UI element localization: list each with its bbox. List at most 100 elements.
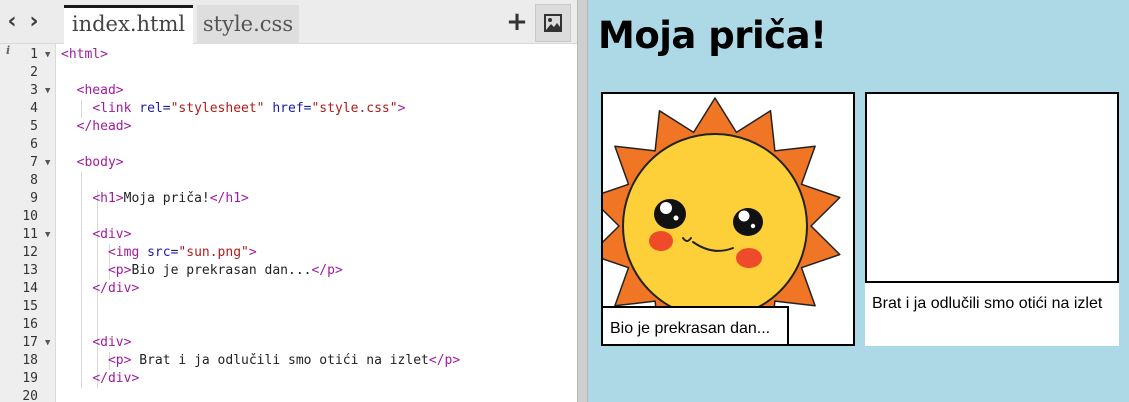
code-line[interactable] — [57, 316, 577, 334]
code-token: </p> — [311, 263, 343, 278]
image-icon — [544, 14, 562, 32]
code-line[interactable] — [57, 388, 577, 402]
code-line[interactable] — [57, 208, 577, 226]
line-number: 13 — [22, 263, 38, 278]
code-token: "sun.png" — [178, 245, 249, 260]
code-token: <img — [107, 245, 148, 260]
preview-pane: Moja priča! Bio je prekrasan dan... Brat… — [588, 0, 1129, 402]
story-title: Moja priča! — [598, 14, 827, 57]
code-line[interactable]: <div> — [57, 334, 577, 352]
code-token: href= — [272, 101, 312, 116]
code-line[interactable] — [57, 136, 577, 154]
gutter-row: 2 — [0, 64, 56, 82]
line-number: 7 — [30, 155, 38, 170]
code-token: </div> — [92, 371, 140, 386]
code-line[interactable]: <html> — [57, 46, 577, 64]
code-line[interactable] — [57, 172, 577, 190]
fold-arrow-icon[interactable]: ▼ — [45, 226, 50, 244]
line-number: 18 — [22, 353, 38, 368]
chevron-left-icon[interactable]: ‹ — [4, 9, 20, 35]
gutter-row: 4 — [0, 100, 56, 118]
line-number: 9 — [30, 191, 38, 206]
line-number: 8 — [30, 173, 38, 188]
code-line[interactable] — [57, 64, 577, 82]
gutter-row: 6 — [0, 136, 56, 154]
code-token: </h1> — [209, 191, 249, 206]
code-token: > — [248, 245, 257, 260]
code-token: <link — [92, 101, 140, 116]
code-line[interactable]: </div> — [57, 280, 577, 298]
pane-splitter[interactable] — [577, 0, 588, 402]
gutter-row: 13 — [0, 262, 56, 280]
code-token: </div> — [92, 281, 140, 296]
code-token: <p> — [107, 263, 132, 278]
code-line[interactable]: </head> — [57, 118, 577, 136]
gutter-row: 14 — [0, 280, 56, 298]
code-token: <p> — [107, 353, 132, 368]
code-line[interactable]: <link rel="stylesheet" href="style.css"> — [57, 100, 577, 118]
line-number-gutter: i 1 ▼ 2 3 ▼ 4 5 6 7 ▼ 8 9 10 11 ▼ 12 13 14 15 16 17 ▼ 18 19 20 — [0, 44, 56, 402]
code-line[interactable]: <p>Bio je prekrasan dan...</p> — [57, 262, 577, 280]
story-panel-2: Brat i ja odlučili smo otići na izlet — [865, 92, 1119, 346]
code-token: "style.css" — [311, 101, 398, 116]
story-panel-1: Bio je prekrasan dan... — [601, 92, 855, 346]
line-number: 14 — [22, 281, 38, 296]
tab-index-html[interactable]: index.html — [64, 5, 193, 44]
code-token: Brat i ja odlučili smo otići na izlet — [131, 353, 429, 368]
plus-icon[interactable]: + — [506, 8, 528, 36]
gutter-row: 15 — [0, 298, 56, 316]
image-button[interactable] — [535, 4, 571, 42]
line-number: 10 — [22, 209, 38, 224]
gutter-row: 7 ▼ — [0, 154, 56, 172]
chevron-right-icon[interactable]: › — [26, 9, 42, 35]
code-line[interactable]: <body> — [57, 154, 577, 172]
code-token: </p> — [428, 353, 461, 368]
code-line[interactable]: <img src="sun.png"> — [57, 244, 577, 262]
fold-arrow-icon[interactable]: ▼ — [45, 46, 50, 64]
line-number: 5 — [30, 119, 38, 134]
line-number: 11 — [22, 227, 38, 242]
code-token: Moja priča! — [123, 191, 210, 206]
gutter-row: 10 — [0, 208, 56, 226]
fold-arrow-icon[interactable]: ▼ — [45, 154, 50, 172]
line-number: 20 — [22, 389, 38, 402]
code-area[interactable]: <html> <head> <link rel="stylesheet" hre… — [57, 44, 577, 402]
code-line[interactable]: <h1>Moja priča!</h1> — [57, 190, 577, 208]
gutter-row: 8 — [0, 172, 56, 190]
code-line[interactable]: <div> — [57, 226, 577, 244]
fold-arrow-icon[interactable]: ▼ — [45, 82, 50, 100]
code-token: <div> — [92, 227, 132, 242]
code-line[interactable]: </div> — [57, 370, 577, 388]
line-number: 2 — [30, 65, 38, 80]
gutter-row: 9 — [0, 190, 56, 208]
code-line[interactable]: <p> Brat i ja odlučili smo otići na izle… — [57, 352, 577, 370]
editor-toolbar: ‹ › index.html style.css + — [0, 0, 577, 44]
gutter-row: 20 — [0, 388, 56, 402]
code-line[interactable]: <head> — [57, 82, 577, 100]
line-number: 4 — [30, 101, 38, 116]
code-token: rel= — [139, 101, 171, 116]
line-number: 12 — [22, 245, 38, 260]
fold-arrow-icon[interactable]: ▼ — [45, 334, 50, 352]
gutter-row: 17 ▼ — [0, 334, 56, 352]
gutter-row: 18 — [0, 352, 56, 370]
gutter-row: 1 ▼ — [0, 46, 56, 64]
line-number: 16 — [22, 317, 38, 332]
line-number: 1 — [30, 47, 38, 62]
code-token: <html> — [61, 47, 108, 62]
code-token: <h1> — [92, 191, 124, 206]
code-line[interactable] — [57, 298, 577, 316]
tab-style-css[interactable]: style.css — [197, 5, 299, 44]
code-token: "stylesheet" — [170, 101, 265, 116]
code-token: </head> — [76, 119, 132, 134]
line-number: 17 — [22, 335, 38, 350]
